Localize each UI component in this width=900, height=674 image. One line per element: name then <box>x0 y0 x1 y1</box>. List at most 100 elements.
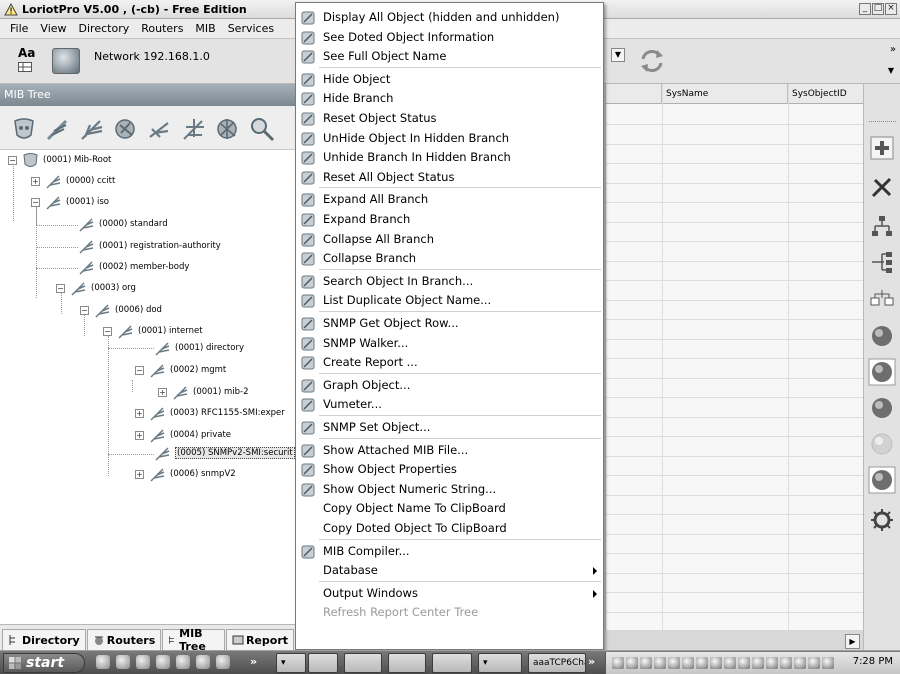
tree-node[interactable]: + (0001) mib-2 <box>158 382 248 402</box>
tree-node-selected[interactable]: (0005) SNMPv2-SMI:securit <box>154 443 295 463</box>
toolbar-overflow-chevron[interactable]: » <box>890 44 896 55</box>
menu-item-refresh-report-center-tree[interactable]: Refresh Report Center Tree <box>296 603 603 623</box>
minimize-button[interactable]: _ <box>859 3 871 15</box>
menu-item-snmp-walker[interactable]: SNMP Walker... <box>296 334 603 354</box>
quicklaunch-icon[interactable] <box>216 655 230 669</box>
collapse-toggle[interactable]: − <box>56 283 65 293</box>
menu-item-hide-object[interactable]: Hide Object <box>296 70 603 90</box>
tree-node[interactable]: − (0001) Mib-Root <box>8 150 111 170</box>
tray-icon[interactable] <box>808 657 820 669</box>
unhide-branch-icon[interactable] <box>180 115 208 143</box>
status-sphere-1-icon[interactable] <box>868 322 896 350</box>
reset-status-icon[interactable] <box>112 115 140 143</box>
menu-item-unhide-branch-in-hidden-branch[interactable]: Unhide Branch In Hidden Branch <box>296 148 603 168</box>
menu-item-expand-branch[interactable]: Expand Branch <box>296 210 603 230</box>
tab-mib-tree[interactable]: MIB Tree <box>162 627 225 653</box>
tab-report[interactable]: Report <box>225 629 294 650</box>
tray-icon[interactable] <box>654 657 666 669</box>
tray-icon[interactable] <box>766 657 778 669</box>
quicklaunch-icon[interactable] <box>136 655 150 669</box>
quicklaunch-icon[interactable] <box>176 655 190 669</box>
refresh-icon[interactable] <box>637 46 667 76</box>
close-button[interactable]: × <box>885 3 897 15</box>
tray-icon[interactable] <box>668 657 680 669</box>
status-sphere-4-icon[interactable] <box>868 466 896 494</box>
taskbar-button[interactable] <box>388 653 426 673</box>
network-globe-icon[interactable] <box>52 48 80 74</box>
menu-item-hide-branch[interactable]: Hide Branch <box>296 89 603 109</box>
quicklaunch-overflow[interactable]: » <box>250 655 257 668</box>
tree-node[interactable]: + (0006) snmpV2 <box>135 464 236 484</box>
taskbar-button[interactable] <box>344 653 382 673</box>
tray-icon[interactable] <box>724 657 736 669</box>
menu-item-reset-all-object-status[interactable]: Reset All Object Status <box>296 168 603 188</box>
menu-services[interactable]: Services <box>222 22 280 35</box>
mib-root-icon[interactable] <box>10 115 38 143</box>
taskbar-overflow[interactable]: » <box>588 655 595 668</box>
grid-header-sysobjectid[interactable]: SysObjectID <box>788 84 864 104</box>
reset-all-icon[interactable] <box>214 115 242 143</box>
tree-node[interactable]: (0000) standard <box>78 214 168 234</box>
menu-routers[interactable]: Routers <box>135 22 189 35</box>
font-button[interactable]: Aa <box>18 47 42 75</box>
tray-icon[interactable] <box>794 657 806 669</box>
taskbar-button[interactable] <box>308 653 338 673</box>
tree-node[interactable]: (0002) member-body <box>78 257 189 277</box>
unhide-object-icon[interactable] <box>146 115 174 143</box>
collapse-toggle[interactable]: − <box>8 155 17 165</box>
quicklaunch-icon[interactable] <box>96 655 110 669</box>
collapse-toggle[interactable]: − <box>31 197 40 207</box>
menu-item-collapse-branch[interactable]: Collapse Branch <box>296 249 603 269</box>
quicklaunch-icon[interactable] <box>116 655 130 669</box>
menu-item-graph-object[interactable]: Graph Object... <box>296 376 603 396</box>
start-button[interactable]: start <box>3 653 85 673</box>
tree-node[interactable]: + (0004) private <box>135 425 231 445</box>
tab-routers[interactable]: Routers <box>86 629 162 650</box>
menu-directory[interactable]: Directory <box>73 22 136 35</box>
tray-icon[interactable] <box>626 657 638 669</box>
tree-node[interactable]: + (0003) RFC1155-SMI:exper <box>135 403 285 423</box>
tray-icon[interactable] <box>696 657 708 669</box>
tree-node[interactable]: − (0001) iso <box>31 192 109 212</box>
tray-icon[interactable] <box>780 657 792 669</box>
scroll-right-button[interactable]: ▶ <box>845 634 860 649</box>
menu-item-collapse-all-branch[interactable]: Collapse All Branch <box>296 230 603 250</box>
menu-mib[interactable]: MIB <box>189 22 221 35</box>
tray-icon[interactable] <box>682 657 694 669</box>
collapse-toggle[interactable]: − <box>80 305 89 315</box>
status-sphere-2-icon[interactable] <box>868 358 896 386</box>
grid-header-sysname[interactable]: SysName <box>662 84 788 104</box>
taskbar-button[interactable]: ▾ <box>276 653 306 673</box>
tree-node[interactable]: (0001) registration-authority <box>78 236 221 256</box>
tab-directory[interactable]: Directory <box>2 629 86 650</box>
menu-item-display-all-object-hidden-and-unhidden[interactable]: Display All Object (hidden and unhidden) <box>296 8 603 28</box>
menu-item-show-attached-mib-file[interactable]: Show Attached MIB File... <box>296 441 603 461</box>
taskbar-button[interactable] <box>432 653 472 673</box>
menu-item-create-report[interactable]: Create Report ... <box>296 353 603 373</box>
grid-header-blank[interactable] <box>606 84 662 104</box>
menu-item-expand-all-branch[interactable]: Expand All Branch <box>296 190 603 210</box>
menu-item-copy-doted-object-to-clipboard[interactable]: Copy Doted Object To ClipBoard <box>296 519 603 539</box>
expand-toggle[interactable]: + <box>135 469 144 479</box>
menu-item-snmp-get-object-row[interactable]: SNMP Get Object Row... <box>296 314 603 334</box>
network-link-icon[interactable] <box>868 284 896 312</box>
tray-icon[interactable] <box>752 657 764 669</box>
hide-branch-icon[interactable] <box>78 115 106 143</box>
expand-toggle[interactable]: + <box>135 408 144 418</box>
tree-node[interactable]: − (0006) dod <box>80 300 162 320</box>
menu-item-snmp-set-object[interactable]: SNMP Set Object... <box>296 418 603 438</box>
maximize-button[interactable]: □ <box>872 3 884 15</box>
tree-view-icon[interactable] <box>868 248 896 276</box>
search-branch-icon[interactable] <box>248 115 276 143</box>
expand-toggle[interactable]: + <box>31 176 40 186</box>
tree-node[interactable]: − (0003) org <box>56 278 136 298</box>
menu-item-database[interactable]: Database <box>296 561 603 581</box>
menu-item-unhide-object-in-hidden-branch[interactable]: UnHide Object In Hidden Branch <box>296 129 603 149</box>
tray-icon[interactable] <box>640 657 652 669</box>
tools-icon[interactable] <box>868 174 896 202</box>
taskbar-button-loriotpro[interactable]: ▾ <box>478 653 522 673</box>
add-icon[interactable] <box>868 134 896 162</box>
collapse-toggle[interactable]: − <box>135 365 144 375</box>
menu-item-see-doted-object-information[interactable]: See Doted Object Information <box>296 28 603 48</box>
menu-item-reset-object-status[interactable]: Reset Object Status <box>296 109 603 129</box>
